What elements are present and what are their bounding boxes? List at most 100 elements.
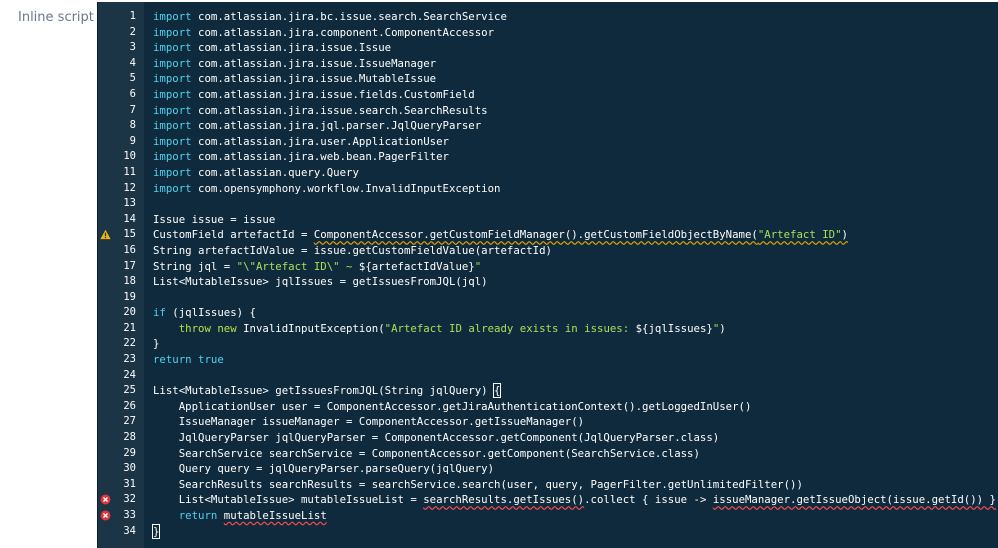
code-text[interactable]: if (jqlIssues) { bbox=[153, 305, 256, 321]
code-line[interactable]: 22} bbox=[98, 336, 998, 352]
code-line[interactable]: 19 bbox=[98, 290, 998, 306]
line-number: 7 bbox=[129, 103, 136, 116]
code-text[interactable]: throw new InvalidInputException("Artefac… bbox=[153, 321, 726, 337]
code-line[interactable]: 12 import com.opensymphony.workflow.Inval… bbox=[98, 181, 998, 197]
code-line[interactable]: 10 import com.atlassian.jira.web.bean.Pag… bbox=[98, 149, 998, 165]
warning-icon[interactable] bbox=[100, 229, 111, 240]
code-lines[interactable]: 1 import com.atlassian.jira.bc.issue.sear… bbox=[98, 9, 998, 539]
code-text[interactable]: JqlQueryParser jqlQueryParser = Componen… bbox=[153, 430, 720, 446]
code-keyword: import bbox=[153, 41, 192, 55]
code-line[interactable]: 11 import com.atlassian.query.Query bbox=[98, 165, 998, 181]
line-number: 17 bbox=[123, 259, 136, 272]
code-text[interactable]: IssueManager issueManager = ComponentAcc… bbox=[153, 414, 584, 430]
code-line[interactable]: 31 SearchResults searchResults = searchS… bbox=[98, 477, 998, 493]
code-text[interactable]: import com.atlassian.jira.component.Comp… bbox=[153, 25, 494, 41]
code-text[interactable]: import com.opensymphony.workflow.Invalid… bbox=[153, 181, 500, 197]
code-line[interactable]: 23 return true bbox=[98, 352, 998, 368]
code-text[interactable]: Issue issue = issue bbox=[153, 212, 275, 228]
code-text[interactable]: List<MutableIssue> getIssuesFromJQL(Stri… bbox=[153, 383, 502, 399]
code-line[interactable]: 6 import com.atlassian.jira.issue.fields.… bbox=[98, 87, 998, 103]
code-token: { bbox=[492, 383, 502, 399]
code-line[interactable]: 9 import com.atlassian.jira.user.Applicat… bbox=[98, 134, 998, 150]
line-number: 5 bbox=[129, 72, 136, 85]
code-line[interactable]: 14 Issue issue = issue bbox=[98, 212, 998, 228]
code-line[interactable]: 13 bbox=[98, 196, 998, 212]
code-keyword: import bbox=[153, 10, 192, 23]
line-number: 34 bbox=[123, 524, 136, 537]
code-token: Query query = jqlQueryParser.parseQuery(… bbox=[153, 462, 495, 476]
code-text[interactable]: return true bbox=[153, 352, 224, 368]
code-token: com.atlassian.jira.jql.parser.JqlQueryPa… bbox=[191, 119, 482, 133]
code-token: CustomField artefactId = bbox=[153, 228, 314, 242]
code-text[interactable]: import com.atlassian.jira.issue.IssueMan… bbox=[153, 56, 436, 72]
code-text[interactable]: import com.atlassian.jira.issue.MutableI… bbox=[153, 71, 436, 87]
code-text[interactable]: SearchService searchService = ComponentA… bbox=[153, 446, 700, 462]
code-line[interactable]: 33 return mutableIssueList bbox=[98, 508, 998, 524]
code-line[interactable]: 4 import com.atlassian.jira.issue.IssueMa… bbox=[98, 56, 998, 72]
code-token: JqlQueryParser jqlQueryParser = Componen… bbox=[153, 431, 720, 445]
code-text[interactable]: import com.atlassian.jira.web.bean.Pager… bbox=[153, 149, 449, 165]
code-text[interactable]: CustomField artefactId = ComponentAccess… bbox=[153, 227, 848, 243]
code-line[interactable]: 27 IssueManager issueManager = Component… bbox=[98, 414, 998, 430]
code-token: List<MutableIssue> jqlIssues = getIssues… bbox=[153, 275, 488, 289]
line-number: 16 bbox=[123, 243, 136, 256]
code-text[interactable]: return mutableIssueList bbox=[153, 508, 327, 524]
code-text[interactable]: import com.atlassian.jira.issue.search.S… bbox=[153, 103, 488, 119]
line-number: 31 bbox=[123, 477, 136, 490]
code-line[interactable]: 24 bbox=[98, 368, 998, 384]
code-token: IssueManager issueManager = ComponentAcc… bbox=[153, 415, 585, 429]
code-line[interactable]: 17 String jql = "\"Artefact ID\" ~ ${arte… bbox=[98, 259, 998, 275]
code-line[interactable]: 7 import com.atlassian.jira.issue.search.… bbox=[98, 103, 998, 119]
code-text[interactable]: import com.atlassian.jira.user.Applicati… bbox=[153, 134, 449, 150]
code-keyword: import bbox=[153, 181, 192, 195]
code-line[interactable]: 3 import com.atlassian.jira.issue.Issue bbox=[98, 40, 998, 56]
code-line[interactable]: 30 Query query = jqlQueryParser.parseQue… bbox=[98, 461, 998, 477]
code-text[interactable]: List<MutableIssue> mutableIssueList = se… bbox=[153, 492, 996, 508]
code-text[interactable]: String jql = "\"Artefact ID\" ~ ${artefa… bbox=[153, 259, 481, 275]
code-line[interactable]: 1 import com.atlassian.jira.bc.issue.sear… bbox=[98, 9, 998, 25]
code-keyword: import bbox=[153, 87, 192, 101]
code-token: ${artefactIdValue} bbox=[358, 259, 475, 273]
line-number: 2 bbox=[129, 25, 136, 38]
line-number: 14 bbox=[123, 212, 136, 225]
code-line[interactable]: 25 List<MutableIssue> getIssuesFromJQL(St… bbox=[98, 383, 998, 399]
code-token: com.atlassian.jira.component.ComponentAc… bbox=[191, 25, 495, 39]
code-line[interactable]: 21 throw new InvalidInputException("Arte… bbox=[98, 321, 998, 337]
code-text[interactable]: ApplicationUser user = ComponentAccessor… bbox=[153, 399, 752, 415]
code-line[interactable]: 34} bbox=[98, 523, 998, 540]
code-text[interactable]: import com.atlassian.jira.issue.Issue bbox=[153, 40, 391, 56]
code-editor[interactable]: 1 import com.atlassian.jira.bc.issue.sear… bbox=[97, 2, 998, 548]
code-token: ${jqlIssues} bbox=[635, 321, 713, 335]
code-line[interactable]: 2 import com.atlassian.jira.component.Com… bbox=[98, 25, 998, 41]
code-text[interactable]: String artefactIdValue = issue.getCustom… bbox=[153, 243, 552, 259]
code-text[interactable]: import com.atlassian.jira.bc.issue.searc… bbox=[153, 9, 507, 25]
code-text[interactable]: import com.atlassian.jira.issue.fields.C… bbox=[153, 87, 475, 103]
code-text[interactable]: Query query = jqlQueryParser.parseQuery(… bbox=[153, 461, 494, 477]
code-text[interactable]: import com.atlassian.jira.jql.parser.Jql… bbox=[153, 118, 481, 134]
code-token: String artefactIdValue = issue.getCustom… bbox=[153, 243, 552, 257]
code-text[interactable]: } bbox=[151, 523, 161, 540]
code-line[interactable]: 15 CustomField artefactId = ComponentAcce… bbox=[98, 227, 998, 243]
code-token: ApplicationUser user = ComponentAccessor… bbox=[153, 399, 752, 413]
code-token: issueManager.getIssueObject(issue.getId(… bbox=[712, 493, 996, 507]
code-keyword: import bbox=[153, 134, 192, 148]
code-line[interactable]: 32 List<MutableIssue> mutableIssueList =… bbox=[98, 492, 998, 508]
error-icon[interactable] bbox=[100, 510, 111, 521]
code-line[interactable]: 28 JqlQueryParser jqlQueryParser = Compo… bbox=[98, 430, 998, 446]
code-line[interactable]: 20 if (jqlIssues) { bbox=[98, 305, 998, 321]
line-number: 10 bbox=[123, 150, 136, 163]
code-line[interactable]: 8 import com.atlassian.jira.jql.parser.Jq… bbox=[98, 118, 998, 134]
code-token: com.atlassian.jira.user.ApplicationUser bbox=[191, 134, 449, 148]
code-line[interactable]: 29 SearchService searchService = Compone… bbox=[98, 446, 998, 462]
code-text[interactable]: SearchResults searchResults = searchServ… bbox=[153, 477, 803, 493]
code-line[interactable]: 18 List<MutableIssue> jqlIssues = getIssu… bbox=[98, 274, 998, 290]
error-icon[interactable] bbox=[100, 494, 111, 505]
code-token: com.atlassian.jira.issue.search.SearchRe… bbox=[191, 103, 488, 117]
code-text[interactable]: } bbox=[153, 336, 159, 352]
code-line[interactable]: 16 String artefactIdValue = issue.getCust… bbox=[98, 243, 998, 259]
code-text[interactable]: List<MutableIssue> jqlIssues = getIssues… bbox=[153, 274, 488, 290]
code-line[interactable]: 26 ApplicationUser user = ComponentAcces… bbox=[98, 399, 998, 415]
code-text[interactable]: import com.atlassian.query.Query bbox=[153, 165, 359, 181]
code-line[interactable]: 5 import com.atlassian.jira.issue.Mutable… bbox=[98, 71, 998, 87]
line-number: 28 bbox=[123, 431, 136, 444]
